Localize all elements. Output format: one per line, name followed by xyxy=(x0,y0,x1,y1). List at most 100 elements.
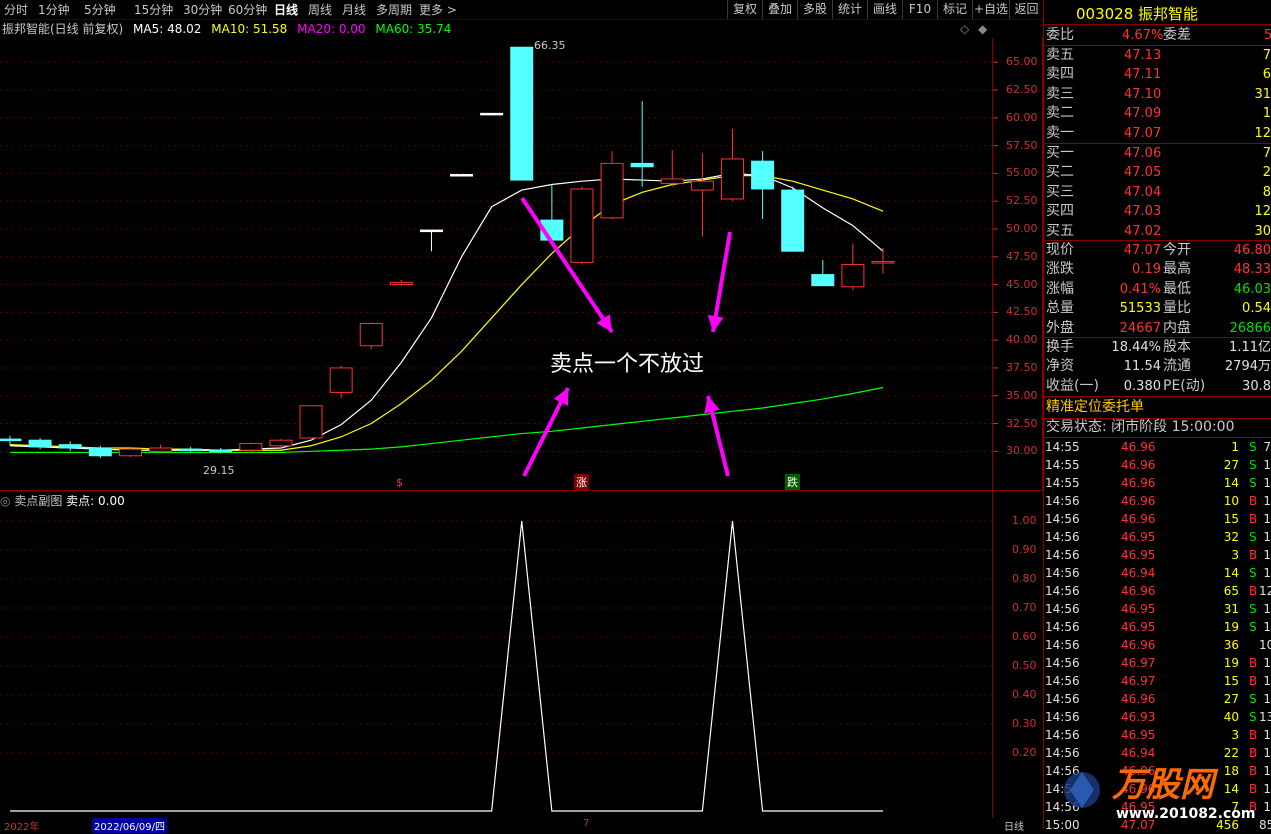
tick-count: 13 xyxy=(1259,710,1271,724)
stock-code: 003028 xyxy=(1076,5,1134,23)
tick-time: 14:55 xyxy=(1045,440,1080,454)
tick-time: 14:56 xyxy=(1045,584,1080,598)
buy-level-row: 买三 47.04 8 xyxy=(1046,183,1271,202)
sell-level-label: 卖三 xyxy=(1046,85,1074,102)
tick-count: 10 xyxy=(1259,638,1271,652)
stat-row: 涨跌 0.19 最高 48.33 xyxy=(1046,260,1271,279)
buy-level-price: 47.02 xyxy=(1124,223,1162,239)
year-label: 2022年 xyxy=(4,822,40,833)
tick-time: 14:56 xyxy=(1045,530,1080,544)
marker-dollar: $ xyxy=(396,476,403,489)
stat-label: 内盘 xyxy=(1163,319,1191,336)
tick-price: 46.95 xyxy=(1121,728,1156,742)
sell-level-price: 47.11 xyxy=(1124,67,1162,83)
tick-time: 14:56 xyxy=(1045,566,1080,580)
sell-level-volume: 1 xyxy=(1262,106,1271,122)
info-label: 换手 xyxy=(1046,339,1074,355)
stat-value: 0.19 xyxy=(1132,262,1161,278)
tick-volume: 40 xyxy=(1223,710,1239,724)
buy-level-row: 买五 47.02 30 xyxy=(1046,222,1271,241)
tick-volume: 27 xyxy=(1223,458,1239,472)
stat-row: 现价 47.07 今开 46.80 xyxy=(1046,241,1271,260)
stat-row: 总量 51533 量比 0.54 xyxy=(1046,299,1271,318)
buy-level-price: 47.05 xyxy=(1124,165,1162,181)
buy-level-label: 买五 xyxy=(1046,222,1074,239)
tick-side: S xyxy=(1249,710,1257,724)
tick-row: 14:56 46.96 65 B 12 xyxy=(1045,582,1271,600)
tick-time: 14:56 xyxy=(1045,602,1080,616)
tick-volume: 36 xyxy=(1223,638,1239,652)
tick-volume: 19 xyxy=(1223,656,1239,670)
tick-time: 14:56 xyxy=(1045,512,1080,526)
tick-side: S xyxy=(1249,530,1257,544)
tick-time: 14:55 xyxy=(1045,476,1080,490)
sell-level-price: 47.13 xyxy=(1124,48,1162,63)
tick-volume: 31 xyxy=(1223,602,1239,616)
marker-die: 跌 xyxy=(785,474,800,490)
cursor-date-label: 2022/06/09/四 xyxy=(92,818,168,833)
sell-level-row: 卖二 47.09 1 xyxy=(1046,104,1271,123)
sub-panel-divider xyxy=(0,490,1043,491)
tick-side: B xyxy=(1249,548,1258,562)
info-label: PE(动) xyxy=(1163,377,1206,394)
stat-label: 总量 xyxy=(1046,300,1074,317)
info-value: 11.54 xyxy=(1123,359,1161,375)
tick-row: 14:55 46.96 1 S 7 xyxy=(1045,438,1271,456)
tick-price: 46.94 xyxy=(1121,566,1156,580)
stat-label: 最低 xyxy=(1163,280,1191,297)
tick-side: B xyxy=(1249,656,1258,670)
month-mark: 7 xyxy=(583,818,590,829)
buy-level-volume: 12 xyxy=(1254,204,1271,220)
buy-level-label: 买二 xyxy=(1046,164,1074,181)
tick-price: 46.96 xyxy=(1121,494,1156,508)
sell-level-price: 47.07 xyxy=(1124,125,1162,141)
watermark-text: 万股网 xyxy=(1111,765,1219,805)
tick-time: 14:56 xyxy=(1045,674,1080,688)
buy-level-volume: 7 xyxy=(1262,146,1271,161)
sell-level-row: 卖五 47.13 7 xyxy=(1046,46,1271,65)
tick-price: 46.96 xyxy=(1121,692,1156,706)
tick-time: 14:56 xyxy=(1045,620,1080,634)
sub-chart-title: 卖点副图 xyxy=(14,494,63,508)
tick-row: 14:56 46.95 31 S 1 xyxy=(1045,600,1271,618)
date-axis: 2022年 2022/06/09/四 7 日线 xyxy=(0,818,1043,833)
buy-level-volume: 30 xyxy=(1254,223,1271,239)
tick-count: 1 xyxy=(1263,476,1271,490)
sell-level-label: 卖四 xyxy=(1046,66,1074,83)
annotation-text: 卖点一个不放过 xyxy=(550,352,705,377)
weicha-label: 委差 xyxy=(1163,27,1191,43)
tick-volume: 3 xyxy=(1231,548,1239,562)
sell-level-row: 卖一 47.07 12 xyxy=(1046,124,1271,143)
tick-volume: 15 xyxy=(1223,512,1239,526)
tick-price: 46.96 xyxy=(1121,440,1156,454)
sell-level-price: 47.10 xyxy=(1124,86,1162,102)
weibi-row: 委比 4.67% 委差 5 xyxy=(1046,26,1271,45)
price-axis-divider xyxy=(992,38,993,818)
price-panel-border xyxy=(0,38,1043,490)
tick-count: 1 xyxy=(1263,530,1271,544)
tick-price: 46.95 xyxy=(1121,602,1156,616)
stat-value: 47.07 xyxy=(1123,243,1161,258)
stat-value: 0.54 xyxy=(1242,301,1271,317)
tick-price: 46.96 xyxy=(1121,512,1156,526)
stat-value: 46.03 xyxy=(1233,281,1271,297)
sell-level-label: 卖五 xyxy=(1046,47,1074,63)
tick-row: 14:55 46.96 14 S 1 xyxy=(1045,474,1271,492)
precise-order-link[interactable]: 精准定位委托单 xyxy=(1046,398,1144,417)
tick-volume: 14 xyxy=(1223,476,1239,490)
trade-status: 交易状态: 闭市阶段 15:00:00 xyxy=(1046,419,1235,435)
tick-price: 46.96 xyxy=(1121,584,1156,598)
buy-level-label: 买一 xyxy=(1046,145,1074,161)
tick-volume: 27 xyxy=(1223,692,1239,706)
sub-chart-collapse-icon[interactable]: ◎ xyxy=(0,494,10,508)
stat-label: 外盘 xyxy=(1046,319,1074,336)
stat-label: 量比 xyxy=(1163,300,1191,317)
buy-level-label: 买三 xyxy=(1046,183,1074,200)
stat-label: 涨跌 xyxy=(1046,261,1074,278)
tick-price: 46.93 xyxy=(1121,710,1156,724)
tick-price: 46.96 xyxy=(1121,476,1156,490)
buy-level-price: 47.04 xyxy=(1124,184,1162,200)
stat-label: 今开 xyxy=(1163,242,1191,258)
buy-level-volume: 8 xyxy=(1262,184,1271,200)
stat-row: 外盘 24667 内盘 26866 xyxy=(1046,319,1271,338)
